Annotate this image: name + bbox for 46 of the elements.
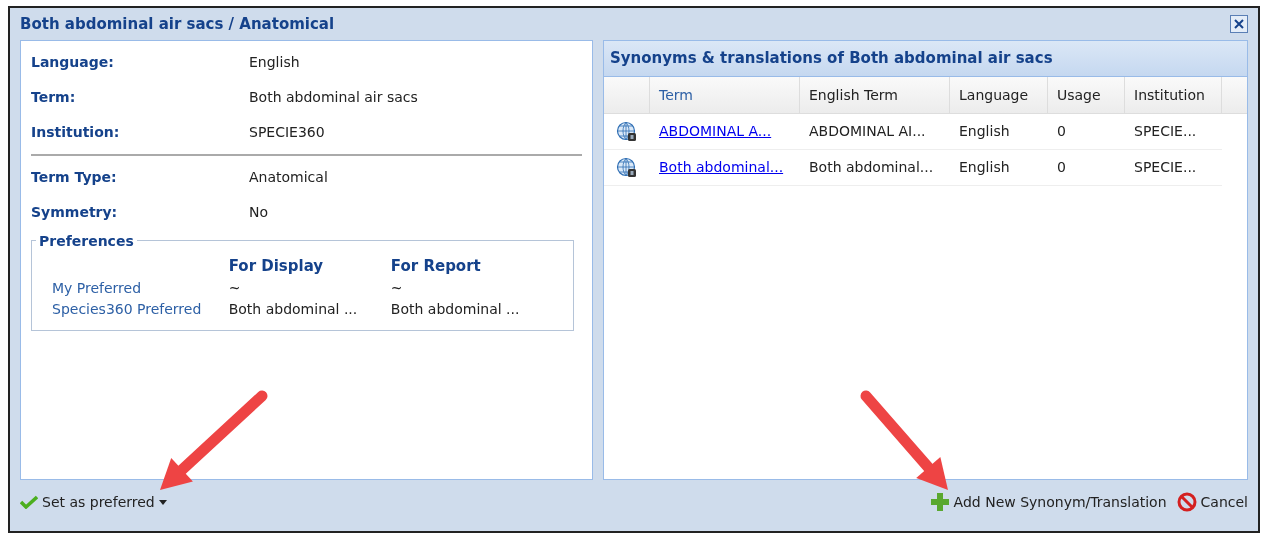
- field-label: Institution:: [31, 123, 121, 142]
- column-header[interactable]: Usage: [1048, 77, 1125, 113]
- table-cell-text: 0: [1056, 122, 1067, 141]
- field-value: Anatomical: [249, 168, 328, 187]
- preference-value: Both abdominal ...: [228, 299, 359, 319]
- window-title: Both abdominal air sacs / Anatomical: [20, 13, 335, 35]
- checkmark-icon: [20, 495, 38, 509]
- field-label: Term:: [31, 88, 77, 107]
- preference-label: Species360 Preferred: [52, 299, 203, 319]
- field-value: No: [249, 203, 269, 222]
- panel-header: Synonyms & translations of Both abdominal air sacs: [604, 41, 1247, 77]
- field-value: English: [249, 53, 300, 72]
- table-cell-text: English: [958, 158, 1011, 177]
- term-link[interactable]: ABDOMINAL A...: [650, 121, 800, 142]
- close-button[interactable]: [1230, 15, 1248, 33]
- field-label: Symmetry:: [31, 203, 119, 222]
- close-icon: [1234, 19, 1244, 29]
- field-label: Term Type:: [31, 168, 118, 187]
- field-value: SPECIE360: [249, 123, 325, 142]
- table-cell-text: Both abdominal...: [808, 158, 935, 177]
- preference-value: Both abdominal ...: [390, 299, 521, 319]
- table-cell-text: 0: [1056, 158, 1067, 177]
- table-cell-text: SPECIE...: [1133, 122, 1198, 141]
- term-link[interactable]: Both abdominal...: [650, 157, 800, 178]
- caret-icon: [158, 499, 167, 505]
- preference-value: ~: [390, 278, 404, 298]
- table-cell-text: SPECIE...: [1133, 158, 1198, 177]
- table-cell-text: English: [958, 122, 1011, 141]
- column-header: For Report: [390, 256, 482, 277]
- column-header[interactable]: Term: [650, 77, 800, 113]
- plus-icon: [929, 492, 950, 512]
- field-label: Language:: [31, 53, 115, 72]
- preference-value: ~: [228, 278, 242, 298]
- field-value: Both abdominal air sacs: [249, 88, 418, 107]
- column-header: For Display: [228, 256, 325, 277]
- prohibited-icon: [1176, 492, 1197, 512]
- set-as-preferred-button[interactable]: Set as preferred: [20, 491, 167, 513]
- column-header[interactable]: Language: [950, 77, 1048, 113]
- add-synonym-button[interactable]: Add New Synonym/Translation: [929, 491, 1167, 513]
- preference-label: My Preferred: [52, 278, 143, 298]
- globe-lock-icon: [616, 156, 638, 179]
- globe-lock-icon: [616, 120, 638, 143]
- cancel-button[interactable]: Cancel: [1176, 491, 1248, 513]
- column-header[interactable]: English Term: [800, 77, 950, 113]
- column-header[interactable]: Institution: [1125, 77, 1222, 113]
- table-cell-text: ABDOMINAL AI...: [808, 122, 927, 141]
